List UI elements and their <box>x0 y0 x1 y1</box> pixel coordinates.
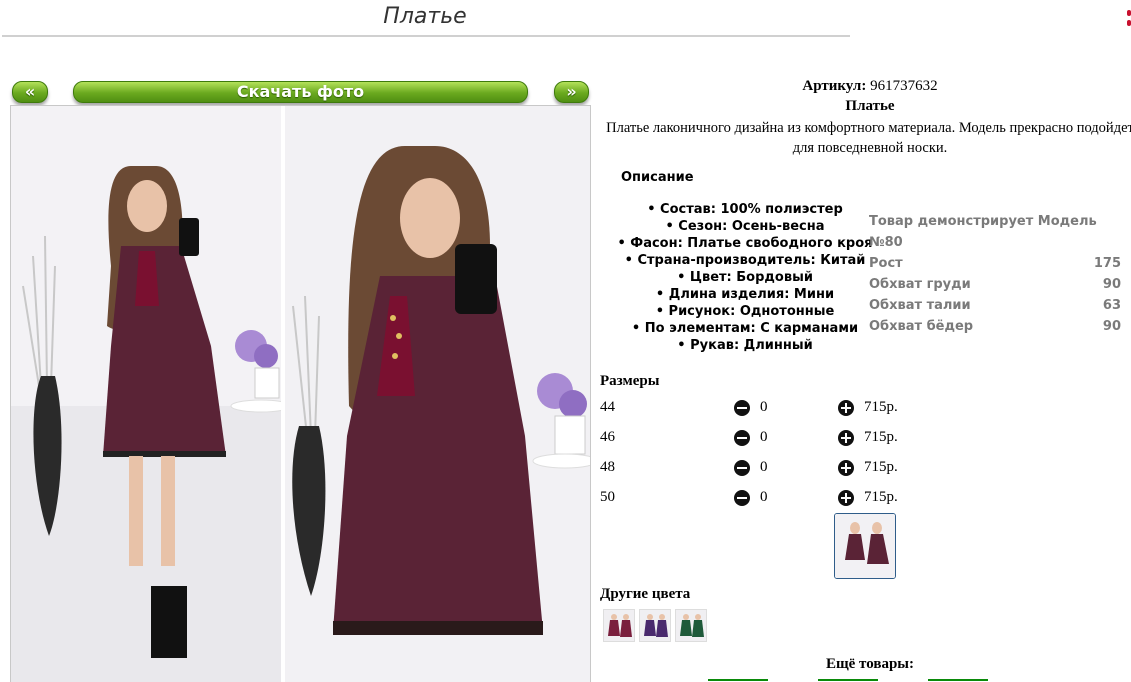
attribute-item: Рукав: Длинный <box>600 337 890 354</box>
color-variant-thumbnail[interactable] <box>675 609 707 642</box>
measurement-label: Обхват талии <box>869 298 971 313</box>
more-products-heading: Ещё товары: <box>825 656 915 672</box>
color-variant-thumbnail[interactable] <box>639 609 671 642</box>
size-row: 50 0 715р. <box>600 489 920 509</box>
measurement-label: Обхват груди <box>869 277 971 292</box>
page-title: Платье <box>383 4 467 29</box>
measurement-row: Обхват бёдер 90 <box>869 316 1121 337</box>
measurement-row: Обхват груди 90 <box>869 274 1121 295</box>
attribute-item: Сезон: Осень-весна <box>600 218 890 235</box>
size-label: 46 <box>600 429 615 445</box>
color-variant-thumbnail[interactable] <box>603 609 635 642</box>
plus-icon[interactable] <box>838 490 854 506</box>
attribute-item: Цвет: Бордовый <box>600 269 890 286</box>
photo-gallery <box>10 105 591 682</box>
attribute-item: Рисунок: Однотонные <box>600 303 890 320</box>
size-label: 48 <box>600 459 615 475</box>
measurement-row: Товар демонстрирует Модель №80 <box>869 211 1121 253</box>
quantity-value: 0 <box>760 399 768 415</box>
article-value: 961737632 <box>870 78 938 94</box>
download-photo-button[interactable]: Скачать фото <box>73 81 528 103</box>
description-heading: Описание <box>621 170 694 185</box>
minus-icon[interactable] <box>734 490 750 506</box>
more-products-links[interactable] <box>708 675 1038 681</box>
measurement-value: 90 <box>1102 277 1121 292</box>
size-row: 44 0 715р. <box>600 399 920 419</box>
measurement-value: 63 <box>1102 298 1121 313</box>
attribute-item: Страна-производитель: Китай <box>600 252 890 269</box>
selected-thumbnail[interactable] <box>834 513 896 579</box>
article-label: Артикул: <box>802 78 867 94</box>
product-photo[interactable] <box>285 106 590 682</box>
sizes-heading: Размеры <box>600 373 660 389</box>
product-photo[interactable] <box>11 106 281 682</box>
title-divider <box>2 35 850 37</box>
attribute-item: Фасон: Платье свободного кроя <box>600 235 890 252</box>
quantity-value: 0 <box>760 489 768 505</box>
minus-icon[interactable] <box>734 460 750 476</box>
attribute-item: Длина изделия: Мини <box>600 286 890 303</box>
measurement-label: Рост <box>869 256 903 271</box>
size-row: 46 0 715р. <box>600 429 920 449</box>
size-label: 44 <box>600 399 615 415</box>
attribute-item: Состав: 100% полиэстер <box>600 201 890 218</box>
minus-icon[interactable] <box>734 400 750 416</box>
measurement-label: Товар демонстрирует Модель №80 <box>869 214 1097 250</box>
attribute-item: По элементам: С карманами <box>600 320 890 337</box>
measurement-label: Обхват бёдер <box>869 319 974 334</box>
other-colors-heading: Другие цвета <box>600 586 691 602</box>
measurement-row: Рост 175 <box>869 253 1121 274</box>
product-name: Платье <box>845 98 895 114</box>
price-value: 715р. <box>864 459 898 475</box>
plus-icon[interactable] <box>838 400 854 416</box>
price-value: 715р. <box>864 429 898 445</box>
measurement-row: Обхват талии 63 <box>869 295 1121 316</box>
measurement-value: 175 <box>1093 256 1121 271</box>
plus-icon[interactable] <box>838 430 854 446</box>
minus-icon[interactable] <box>734 430 750 446</box>
article-number: Артикул: 961737632 <box>600 78 1131 95</box>
measurement-value: 90 <box>1102 319 1121 334</box>
next-photo-button[interactable]: » <box>554 81 589 103</box>
product-description: Платье лаконичного дизайна из комфортног… <box>606 120 1131 156</box>
plus-icon[interactable] <box>838 460 854 476</box>
size-row: 48 0 715р. <box>600 459 920 479</box>
quantity-value: 0 <box>760 459 768 475</box>
quantity-value: 0 <box>760 429 768 445</box>
model-measurements: Товар демонстрирует Модель №80 Рост 175 О… <box>869 211 1121 337</box>
close-icon[interactable] <box>1127 10 1131 34</box>
attribute-list: Состав: 100% полиэстер Сезон: Осень-весн… <box>600 201 890 354</box>
size-label: 50 <box>600 489 615 505</box>
prev-photo-button[interactable]: « <box>12 81 48 103</box>
price-value: 715р. <box>864 399 898 415</box>
price-value: 715р. <box>864 489 898 505</box>
